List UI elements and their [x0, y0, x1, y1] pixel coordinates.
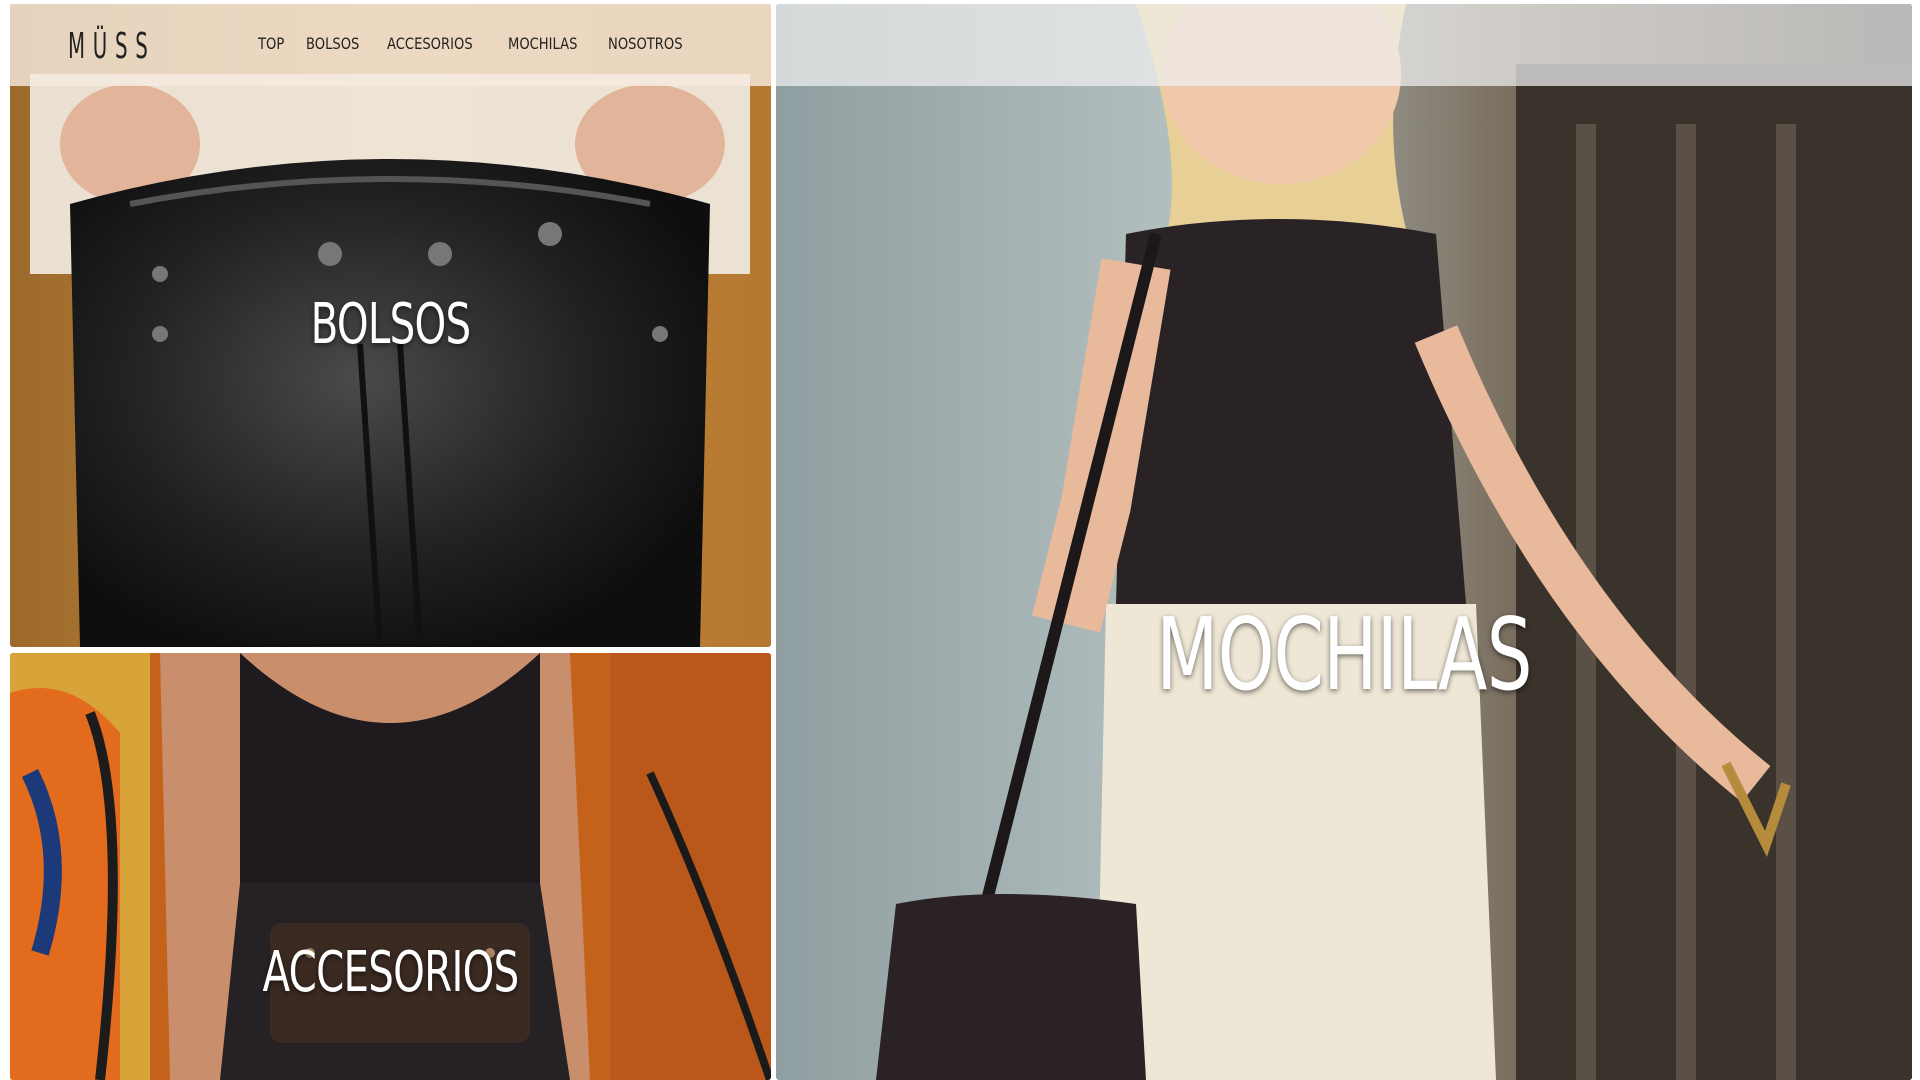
nav-item-mochilas[interactable]: MOCHILAS: [508, 34, 577, 53]
page: BOLSOS ACCESORIOS MOCHILAS MÜSS TOP BOLS…: [0, 0, 1920, 1080]
header-overlay-right: [776, 4, 1912, 86]
nav-item-bolsos[interactable]: BOLSOS: [306, 34, 359, 53]
nav-item-top[interactable]: TOP: [258, 34, 284, 53]
main-nav: TOP BOLSOS ACCESORIOS MOCHILAS NOSOTROS: [258, 34, 715, 53]
nav-item-accesorios[interactable]: ACCESORIOS: [387, 34, 473, 53]
header-bar: MÜSS TOP BOLSOS ACCESORIOS MOCHILAS NOSO…: [10, 4, 771, 86]
category-tile-mochilas[interactable]: MOCHILAS: [776, 4, 1912, 1080]
brand-logo[interactable]: MÜSS: [68, 26, 156, 67]
category-tile-accesorios[interactable]: ACCESORIOS: [10, 653, 771, 1080]
nav-item-nosotros[interactable]: NOSOTROS: [608, 34, 683, 53]
mochilas-photo: [776, 4, 1912, 1080]
accesorios-photo: [10, 653, 771, 1080]
category-tile-bolsos[interactable]: BOLSOS: [10, 4, 771, 647]
bolsos-photo: [10, 4, 771, 647]
